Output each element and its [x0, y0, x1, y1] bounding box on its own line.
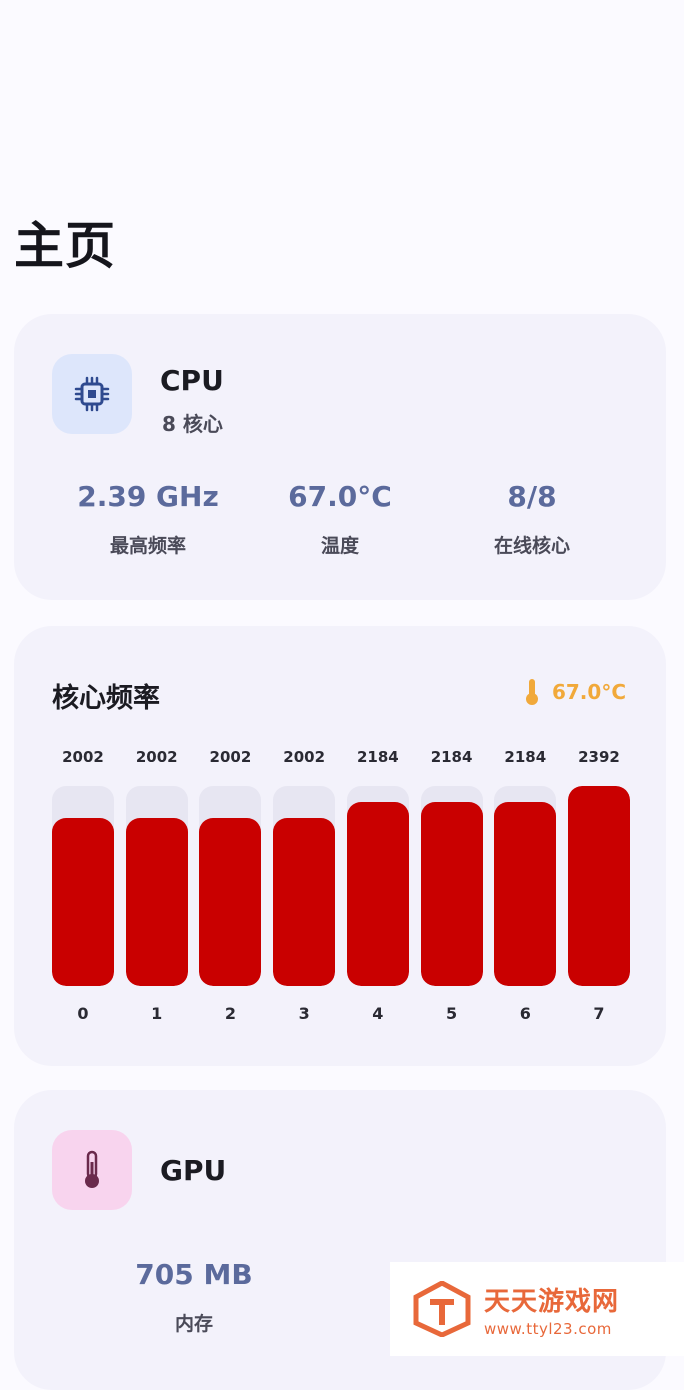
- temperature-value: 67.0°C: [551, 680, 626, 704]
- watermark-name: 天天游戏网: [484, 1286, 620, 1317]
- thermometer-icon: [85, 1150, 99, 1188]
- core-frequency-chart: 2002 0 2002 1 2002 2 2002 3 2184 4 2184 5 2184 6 2392 7: [52, 748, 630, 1028]
- bar-track: [568, 786, 630, 986]
- core-frequency-value: 2002: [135, 748, 178, 766]
- core-index-label: 3: [298, 1004, 310, 1023]
- stat-label: 内存: [174, 1313, 213, 1335]
- bar-fill: [346, 802, 409, 986]
- bar-fill: [273, 818, 336, 986]
- core-frequency-value: 2184: [504, 748, 547, 766]
- core-frequency-value: 2002: [209, 748, 252, 766]
- cpu-icon-box: [52, 354, 132, 434]
- gpu-title: GPU: [160, 1154, 227, 1187]
- bar-track: [273, 786, 336, 986]
- stat-label: 温度: [320, 535, 359, 557]
- bar-track: [199, 786, 262, 986]
- bar-fill: [199, 818, 262, 986]
- core-bar-7: 2392 7: [568, 748, 630, 1028]
- thermometer-icon: [525, 679, 538, 705]
- stat-value: 8/8: [507, 480, 557, 513]
- core-index-label: 0: [77, 1004, 89, 1023]
- bar-fill: [420, 802, 483, 986]
- stat-label: 在线核心: [493, 535, 570, 557]
- bar-fill: [52, 818, 114, 986]
- cpu-title: CPU: [160, 364, 224, 397]
- stat-label: 最高频率: [109, 535, 186, 557]
- cpu-chip-icon: [74, 376, 110, 412]
- cpu-card[interactable]: CPU 8 核心 2.39 GHz 最高频率 67.0°C 温度 8/8 在线核…: [14, 314, 666, 600]
- bar-track: [494, 786, 557, 986]
- core-bar-4: 2184 4: [346, 748, 409, 1028]
- core-index-label: 2: [224, 1004, 236, 1023]
- core-frequency-value: 2184: [430, 748, 473, 766]
- bar-track: [346, 786, 409, 986]
- watermark-logo: [413, 1281, 471, 1337]
- cpu-core-count: 8 核心: [162, 412, 223, 436]
- page-title: 主页: [14, 217, 116, 275]
- stat-value: 2.39 GHz: [77, 480, 219, 513]
- core-frequency-value: 2002: [283, 748, 326, 766]
- watermark: 天天游戏网 www.ttyl23.com: [390, 1262, 684, 1356]
- core-bar-5: 2184 5: [420, 748, 483, 1028]
- cpu-stat-online-cores: 8/8 在线核心: [432, 480, 632, 558]
- bar-fill: [568, 786, 630, 986]
- bar-track: [420, 786, 483, 986]
- core-bar-3: 2002 3: [273, 748, 336, 1028]
- gpu-icon-box: [52, 1130, 132, 1210]
- temperature-badge: 67.0°C: [524, 678, 626, 706]
- bar-fill: [125, 818, 188, 986]
- bar-fill: [494, 802, 557, 986]
- core-bar-2: 2002 2: [199, 748, 262, 1028]
- core-index-label: 1: [151, 1004, 163, 1023]
- core-bar-1: 2002 1: [125, 748, 188, 1028]
- stat-value: 705 MB: [135, 1258, 253, 1291]
- core-index-label: 4: [372, 1004, 384, 1023]
- core-frequency-title: 核心频率: [52, 683, 160, 714]
- core-frequency-value: 2184: [356, 748, 399, 766]
- core-index-label: 6: [519, 1004, 531, 1023]
- core-index-label: 7: [593, 1004, 605, 1023]
- gpu-stat-memory: 705 MB 内存: [94, 1258, 294, 1336]
- bar-track: [125, 786, 188, 986]
- stat-value: 67.0°C: [288, 480, 392, 513]
- core-index-label: 5: [445, 1004, 458, 1023]
- watermark-url: www.ttyl23.com: [484, 1319, 612, 1338]
- core-frequency-value: 2002: [62, 748, 104, 766]
- core-frequency-card[interactable]: 核心频率 67.0°C 2002 0 2002 1 2002 2 2002 3 2184 4 218…: [14, 626, 666, 1066]
- bar-track: [52, 786, 114, 986]
- cpu-stat-max-freq: 2.39 GHz 最高频率: [48, 480, 248, 558]
- core-bar-0: 2002 0: [52, 748, 114, 1028]
- core-frequency-value: 2392: [578, 748, 620, 766]
- core-bar-6: 2184 6: [494, 748, 557, 1028]
- cpu-stat-temperature: 67.0°C 温度: [240, 480, 440, 558]
